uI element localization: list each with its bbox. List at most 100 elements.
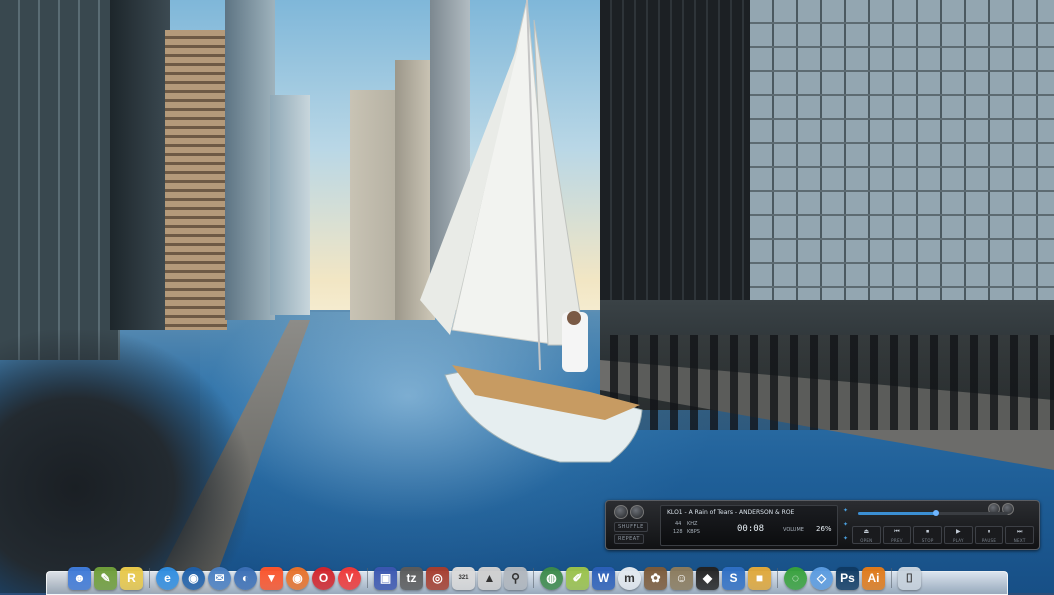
stop-icon: ⏹ [926, 528, 930, 535]
track-title: KLO1 - A Rain of Tears - ANDERSON & ROE [667, 509, 795, 516]
media-player-widget: SHUFFLE REPEAT KLO1 - A Rain of Tears - … [605, 500, 1040, 550]
thunderbird-icon[interactable]: ✉ [208, 566, 231, 590]
trash-icon-glyph: ⌷ [905, 570, 914, 585]
color-blocks-icon[interactable]: ■ [748, 566, 771, 590]
player-close-knob[interactable] [614, 505, 628, 519]
internet-explorer-icon[interactable]: e [156, 566, 179, 590]
pause-button[interactable]: ⏸ PAUSE [974, 526, 1004, 544]
star-icon: ✦ [843, 521, 849, 528]
firefox-icon-glyph: ◉ [292, 571, 303, 585]
stop-label: STOP [921, 538, 934, 543]
paint-palette-icon-glyph: ✿ [650, 571, 661, 585]
shuffle-button[interactable]: SHUFFLE [614, 522, 648, 532]
pencil-icon[interactable]: ✐ [566, 566, 589, 590]
elapsed-time: 00:08 [737, 524, 765, 534]
player-display: KLO1 - A Rain of Tears - ANDERSON & ROE … [660, 505, 838, 546]
prev-button[interactable]: ⏮ PREV [882, 526, 912, 544]
media-player-321-icon-glyph: 321 [458, 575, 469, 581]
khz-value: 44 [675, 521, 682, 527]
illustrator-icon[interactable]: Ai [862, 566, 885, 590]
player-minimize-knob[interactable] [630, 505, 644, 519]
network-icon-glyph: ◇ [816, 571, 827, 585]
search-magnifier-icon[interactable]: ⚲ [504, 566, 527, 590]
vivaldi-icon[interactable]: V [338, 566, 361, 590]
playback-controls: ⏏ OPEN ⏮ PREV ⏹ STOP ▶ PLAY ⏸ PAUSE ⏭ NEXT [852, 526, 1035, 544]
illustrator-icon-glyph: Ai [867, 571, 880, 585]
pause-label: PAUSE [981, 538, 997, 543]
kbps-value: 128 [673, 529, 683, 535]
brave-icon[interactable]: ▼ [260, 566, 283, 590]
cloud-globe-icon-glyph: ◐ [241, 571, 250, 585]
globe-icon[interactable]: ◍ [540, 566, 563, 590]
dock-separator [533, 568, 534, 588]
seek-bar[interactable] [858, 510, 1008, 516]
seek-bar-fill [858, 512, 936, 515]
gimp-icon[interactable]: ☺ [670, 566, 693, 590]
media-player-321-icon[interactable]: 321 [452, 566, 475, 590]
dock-separator [367, 568, 368, 588]
ascend-icon[interactable]: ▲ [478, 566, 501, 590]
inkscape-icon[interactable]: ◆ [696, 566, 719, 590]
word-icon-glyph: W [597, 571, 610, 585]
camera-icon[interactable]: ◎ [426, 566, 449, 590]
play-label: PLAY [952, 538, 964, 543]
open-button[interactable]: ⏏ OPEN [852, 526, 881, 544]
vivaldi-icon-glyph: V [345, 571, 354, 585]
r-app-icon-glyph: R [127, 571, 136, 585]
star-icon: ✦ [843, 507, 849, 514]
internet-explorer-icon-glyph: e [164, 571, 171, 585]
firefox-old-icon-glyph: ◉ [188, 571, 199, 585]
save-icon[interactable]: ▣ [374, 566, 397, 590]
play-icon: ▶ [956, 528, 961, 535]
r-app-icon[interactable]: R [120, 566, 143, 590]
search-magnifier-icon-glyph: ⚲ [511, 571, 520, 585]
archive-tz-icon-glyph: tz [406, 571, 417, 585]
seek-bar-handle[interactable] [933, 510, 939, 516]
pause-icon: ⏸ [987, 528, 991, 535]
photoshop-icon[interactable]: Ps [836, 566, 859, 590]
trash-icon[interactable]: ⌷ [898, 566, 921, 590]
cloud-globe-icon[interactable]: ◐ [234, 566, 257, 590]
firefox-icon[interactable]: ◉ [286, 566, 309, 590]
ascend-icon-glyph: ▲ [483, 571, 496, 585]
gimp-icon-glyph: ☺ [675, 571, 688, 585]
notepad-icon[interactable]: ✎ [94, 566, 117, 590]
photoshop-icon-glyph: Ps [840, 571, 855, 585]
next-icon: ⏭ [1016, 528, 1023, 535]
play-button[interactable]: ▶ PLAY [944, 526, 973, 544]
green-swirl-icon-glyph: ◌ [791, 571, 800, 585]
mindmap-icon-glyph: m [624, 571, 635, 585]
archive-tz-icon[interactable]: tz [400, 566, 423, 590]
stop-button[interactable]: ⏹ STOP [913, 526, 943, 544]
firefox-old-icon[interactable]: ◉ [182, 566, 205, 590]
next-button[interactable]: ⏭ NEXT [1005, 526, 1035, 544]
opera-icon-glyph: O [318, 571, 329, 585]
shield-icon-glyph: S [729, 571, 738, 585]
prev-icon: ⏮ [894, 528, 900, 535]
next-label: NEXT [1013, 538, 1026, 543]
inkscape-icon-glyph: ◆ [702, 571, 713, 585]
open-label: OPEN [860, 538, 873, 543]
star-icon: ✦ [843, 535, 849, 542]
thunderbird-icon-glyph: ✉ [214, 571, 225, 585]
finder-icon[interactable]: ☻ [68, 566, 91, 590]
volume-label: VOLUME [783, 527, 804, 533]
brave-icon-glyph: ▼ [265, 571, 278, 585]
sailboat-sailor-head [567, 311, 581, 325]
mindmap-icon[interactable]: m [618, 566, 641, 590]
finder-icon-glyph: ☻ [73, 571, 86, 585]
dock: ☻ ✎ Re ◉ ✉ ◐ ▼ ◉ O V ▣ tz ◎ 321 ▲ ⚲ ◍ ✐ Wm ✿ ☺ ◆ S ■ ◌ ◇ Ps Ai ⌷ [46, 563, 1008, 595]
opera-icon[interactable]: O [312, 566, 335, 590]
repeat-button[interactable]: REPEAT [614, 534, 644, 544]
kbps-label: KBPS [687, 529, 700, 535]
dock-separator [149, 568, 150, 588]
word-icon[interactable]: W [592, 566, 615, 590]
dock-icons: ☻ ✎ Re ◉ ✉ ◐ ▼ ◉ O V ▣ tz ◎ 321 ▲ ⚲ ◍ ✐ Wm ✿ ☺ ◆ S ■ ◌ ◇ Ps Ai ⌷ [68, 565, 988, 591]
paint-palette-icon[interactable]: ✿ [644, 566, 667, 590]
camera-icon-glyph: ◎ [432, 571, 443, 585]
shield-icon[interactable]: S [722, 566, 745, 590]
volume-value: 26% [816, 525, 832, 533]
network-icon[interactable]: ◇ [810, 566, 833, 590]
green-swirl-icon[interactable]: ◌ [784, 566, 807, 590]
save-icon-glyph: ▣ [379, 571, 392, 585]
